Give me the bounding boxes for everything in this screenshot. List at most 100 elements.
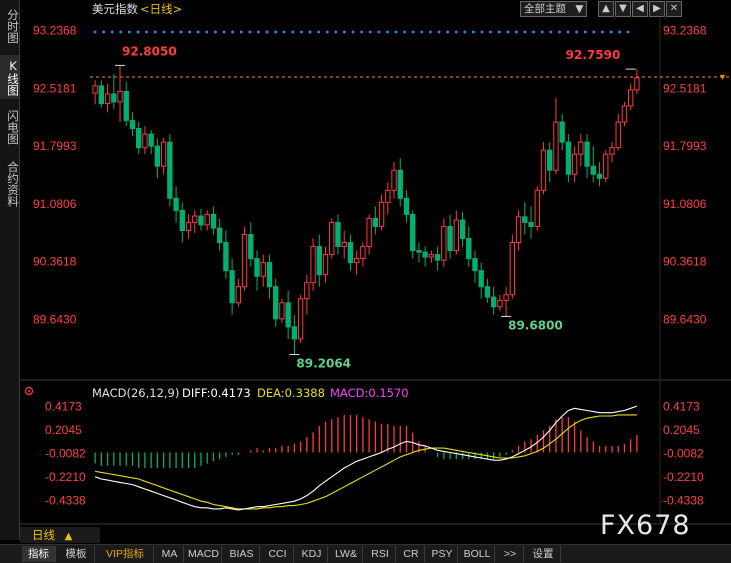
candle-body xyxy=(248,233,254,260)
indicator-tab[interactable]: 设置 xyxy=(526,546,561,562)
signal-dot xyxy=(188,30,192,34)
candle-body xyxy=(160,141,167,167)
signal-dot xyxy=(119,30,123,34)
candle-body xyxy=(434,254,441,261)
candle-body xyxy=(378,201,385,227)
candle-body xyxy=(291,326,298,340)
candle-body xyxy=(310,246,316,284)
indicator-tab[interactable]: CCI xyxy=(262,546,294,562)
candle-body xyxy=(584,141,590,167)
signal-dot xyxy=(532,30,535,34)
signal-dot xyxy=(609,30,613,34)
candle-body xyxy=(129,119,136,129)
candle-body xyxy=(353,258,360,264)
candle-body xyxy=(210,213,217,229)
indicator-tab[interactable]: KDJ xyxy=(296,546,328,562)
indicator-tab[interactable]: RSI xyxy=(365,546,396,562)
candle-body xyxy=(154,145,161,167)
candle-body xyxy=(266,262,273,288)
signal-dot xyxy=(583,30,587,34)
signal-dot xyxy=(549,30,553,34)
indicator-tab[interactable]: MACD xyxy=(186,546,222,562)
extreme-label: 89.2064 xyxy=(296,356,351,370)
close-icon[interactable]: ✕ xyxy=(666,1,682,17)
macd-tick-right: 0.2045 xyxy=(663,423,700,437)
signal-dot xyxy=(368,30,372,34)
period-bar[interactable]: 日线 ▲ xyxy=(20,527,100,543)
signal-dot xyxy=(239,30,243,34)
signal-dot xyxy=(162,30,166,34)
signal-dot xyxy=(420,30,424,34)
candle-body xyxy=(578,141,584,155)
chevron-down-icon: ▼ xyxy=(575,3,584,15)
candle-body xyxy=(136,127,142,149)
theme-dropdown[interactable]: 全部主题 ▼ xyxy=(520,1,588,17)
signal-dot xyxy=(343,30,346,34)
sidebar-tab[interactable]: 合约资料 xyxy=(0,155,20,213)
candle-body xyxy=(459,219,466,240)
chart-canvas[interactable]: 美元指数 <日线> 93.2368 93.2368 92.5181 92.5181 91.7… xyxy=(20,0,731,528)
signal-dot xyxy=(515,30,518,34)
indicator-tab[interactable]: BIAS xyxy=(224,546,260,562)
sidebar-tab[interactable]: 分时图 xyxy=(0,3,20,49)
indicator-tab[interactable]: VIP指标 xyxy=(97,546,154,562)
signal-dot xyxy=(128,30,131,34)
price-tick-right: 93.2368 xyxy=(663,24,707,38)
price-tick-right: 90.3618 xyxy=(663,255,707,269)
candle-body xyxy=(472,258,478,272)
indicator-tab[interactable]: MA xyxy=(156,546,184,562)
signal-dot xyxy=(592,30,596,34)
signal-dot xyxy=(265,30,269,34)
signal-dot xyxy=(377,30,381,34)
candle-body xyxy=(534,189,540,227)
sidebar-tab[interactable]: K线图 xyxy=(0,55,20,99)
indicator-tab[interactable]: LW& xyxy=(330,546,363,562)
candle-body xyxy=(503,294,509,301)
indicator-tab[interactable]: PSY xyxy=(427,546,458,562)
candle-body xyxy=(117,90,123,103)
candle-body xyxy=(366,217,372,248)
candle-body xyxy=(478,270,484,288)
sidebar-tab[interactable]: 闪电图 xyxy=(0,102,20,152)
indicator-tab[interactable]: 模板 xyxy=(58,546,95,562)
zoom-out-icon[interactable]: ▼ xyxy=(615,1,631,17)
candle-body xyxy=(104,93,111,105)
indicator-tab[interactable]: CR xyxy=(398,546,425,562)
zoom-in-icon[interactable]: ▲ xyxy=(598,1,614,17)
signal-dot xyxy=(351,30,355,34)
candle-body xyxy=(123,90,129,121)
candle-body xyxy=(596,173,603,179)
macd-tick-right: 0.4173 xyxy=(663,399,700,413)
candle-body xyxy=(615,121,621,149)
candle-body xyxy=(304,282,310,300)
extreme-label: 92.8050 xyxy=(122,44,177,58)
candle-body xyxy=(223,242,229,272)
indicator-tab[interactable]: >> xyxy=(497,546,524,562)
theme-label: 全部主题 xyxy=(524,3,566,15)
candle-body xyxy=(148,133,154,147)
candle-body xyxy=(372,217,379,227)
price-tick-left: 91.0806 xyxy=(33,197,77,211)
candle-body xyxy=(98,85,105,105)
candle-body xyxy=(590,165,596,175)
macd-tick-right: -0.0082 xyxy=(663,446,704,460)
signal-dot xyxy=(601,30,604,34)
candle-body xyxy=(397,169,403,199)
signal-dot xyxy=(257,30,260,34)
indicator-tab[interactable]: BOLL xyxy=(460,546,495,562)
candle-body xyxy=(229,270,235,304)
scroll-left-icon[interactable]: ◀ xyxy=(632,1,648,17)
signal-dot xyxy=(274,30,277,34)
signal-dot xyxy=(626,30,630,34)
macd-tick-right: -0.4338 xyxy=(663,493,704,507)
candle-body xyxy=(360,246,366,260)
signal-dot xyxy=(222,30,226,34)
scroll-right-icon[interactable]: ▶ xyxy=(649,1,665,17)
signal-dot xyxy=(575,30,578,34)
candle-body xyxy=(603,153,609,179)
signal-dot xyxy=(566,30,570,34)
candle-body xyxy=(254,258,260,277)
indicator-tab[interactable]: 指标 xyxy=(22,546,56,562)
candle-body xyxy=(285,302,291,328)
axis-marker-icon: ▾ xyxy=(720,72,725,83)
